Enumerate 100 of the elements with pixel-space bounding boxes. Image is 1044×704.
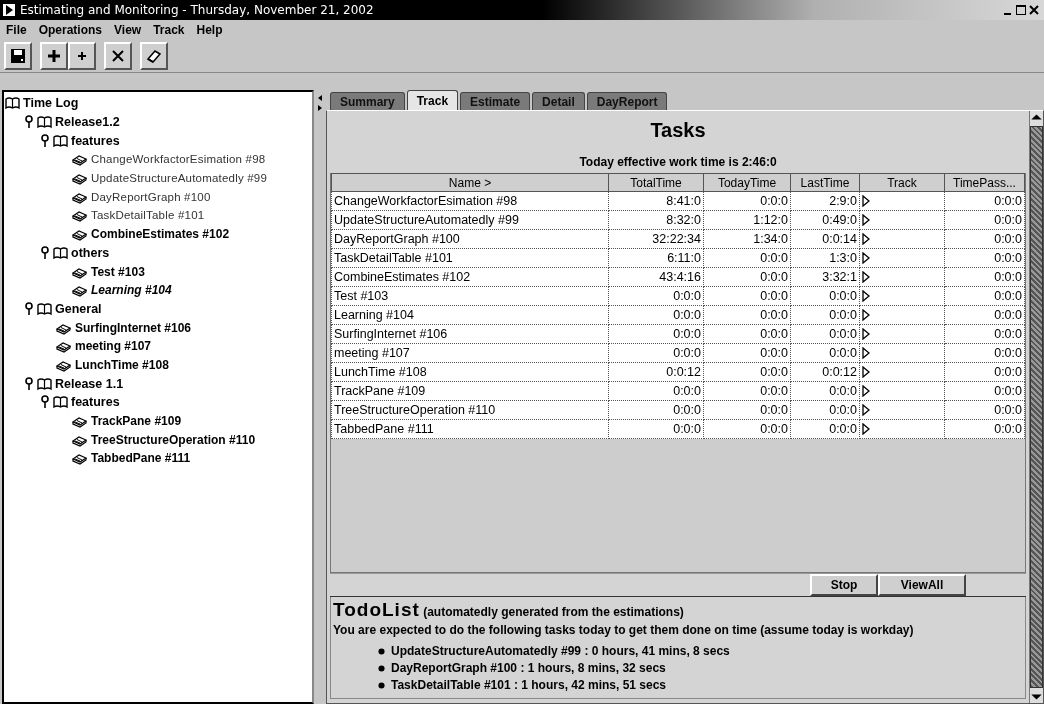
maximize-icon[interactable]: [1015, 4, 1027, 16]
expanded-handle-icon[interactable]: [40, 245, 50, 260]
tree-item[interactable]: meeting #107: [75, 339, 152, 354]
table-cell: 0:0:0: [608, 324, 704, 344]
column-header[interactable]: TotalTime: [608, 173, 704, 192]
table-cell: 0:0:0: [944, 419, 1025, 439]
menu-item[interactable]: Track: [153, 23, 185, 37]
tab[interactable]: Summary: [330, 92, 405, 110]
table-cell: TrackPane #109: [331, 381, 609, 401]
tree-item[interactable]: TaskDetailTable #101: [91, 209, 205, 222]
tree-item[interactable]: LunchTime #108: [75, 357, 169, 372]
scroll-up-icon[interactable]: [1030, 111, 1043, 123]
expanded-handle-icon[interactable]: [24, 301, 34, 316]
play-icon[interactable]: [862, 195, 870, 207]
tree-folder[interactable]: Release1.2: [55, 115, 120, 130]
toolbar-button[interactable]: [140, 42, 168, 70]
tree-item[interactable]: TrackPane #109: [91, 414, 182, 429]
play-icon[interactable]: [862, 214, 870, 226]
menu-item[interactable]: Help: [196, 23, 223, 37]
tree-item[interactable]: SurfingInternet #106: [75, 320, 192, 335]
tree-folder[interactable]: Time Log: [23, 96, 79, 111]
table-cell: 0:0:0: [790, 381, 860, 401]
tree-item[interactable]: ChangeWorkfactorEsimation #98: [91, 153, 266, 166]
table-cell: 1:12:0: [703, 210, 791, 230]
toolbar-button[interactable]: [4, 42, 32, 70]
tree-item[interactable]: Learning #104: [91, 283, 172, 298]
plus-icon: [45, 47, 63, 65]
tree-item[interactable]: Test #103: [91, 264, 145, 279]
tree-folder[interactable]: features: [71, 395, 120, 410]
toolbar-button[interactable]: [40, 42, 68, 70]
column-header[interactable]: Name >: [331, 173, 609, 192]
app-icon: [2, 3, 16, 17]
expanded-handle-icon[interactable]: [40, 395, 50, 410]
collapse-arrows-icon[interactable]: [317, 94, 323, 114]
table-cell: Learning #104: [331, 305, 609, 325]
close-icon[interactable]: [1028, 4, 1040, 16]
table-cell: 0:0:0: [608, 305, 704, 325]
tab[interactable]: DayReport: [586, 92, 668, 110]
table-cell: 1:3:0: [790, 248, 860, 268]
table-cell: 0:0:0: [703, 267, 791, 287]
menu-item[interactable]: File: [6, 23, 27, 37]
expanded-handle-icon[interactable]: [24, 115, 34, 130]
table-cell: 0:0:0: [944, 248, 1025, 268]
todo-item: UpdateStructureAutomatedly #99 : 0 hours, 41 mins, 8 secs: [391, 644, 730, 658]
table-cell: 0:0:0: [790, 286, 860, 306]
column-header[interactable]: LastTime: [790, 173, 860, 192]
play-icon[interactable]: [862, 366, 870, 378]
menu-item[interactable]: Operations: [38, 23, 103, 37]
table-cell: 8:32:0: [608, 210, 704, 230]
play-icon[interactable]: [862, 404, 870, 416]
tree-folder[interactable]: features: [71, 133, 120, 148]
table-cell: meeting #107: [331, 343, 609, 363]
tree-item[interactable]: TabbedPane #111: [91, 451, 191, 466]
tree-folder[interactable]: others: [71, 245, 110, 260]
play-icon[interactable]: [862, 328, 870, 340]
table-cell: LunchTime #108: [331, 362, 609, 382]
column-header[interactable]: Track: [859, 173, 945, 192]
menu-item[interactable]: View: [114, 23, 142, 37]
tab[interactable]: Detail: [532, 92, 585, 110]
table-cell: 0:0:0: [944, 286, 1025, 306]
table-cell: 0:0:0: [944, 305, 1025, 325]
tree-folder[interactable]: Release 1.1: [55, 376, 124, 391]
table-cell: 0:0:0: [944, 362, 1025, 382]
table-cell: 0:0:0: [944, 229, 1025, 249]
play-icon[interactable]: [862, 385, 870, 397]
column-header[interactable]: TodayTime: [703, 173, 791, 192]
toolbar-button[interactable]: [104, 42, 132, 70]
play-icon[interactable]: [862, 347, 870, 359]
table-cell: 0:0:0: [703, 343, 791, 363]
table-cell: UpdateStructureAutomatedly #99: [331, 210, 609, 230]
table-cell: 0:0:0: [703, 419, 791, 439]
tree-item[interactable]: TreeStructureOperation #110: [91, 432, 256, 447]
toolbar-button[interactable]: [68, 42, 96, 70]
table-cell: 0:0:0: [703, 305, 791, 325]
play-icon[interactable]: [862, 290, 870, 302]
play-icon[interactable]: [862, 309, 870, 321]
play-icon[interactable]: [862, 423, 870, 435]
action-button[interactable]: Stop: [810, 574, 878, 596]
expanded-handle-icon[interactable]: [24, 376, 34, 391]
table-cell: 0:0:0: [944, 267, 1025, 287]
tree-folder[interactable]: General: [55, 301, 102, 316]
table-cell: 0:0:0: [944, 400, 1025, 420]
action-button[interactable]: ViewAll: [878, 574, 966, 596]
play-icon[interactable]: [862, 271, 870, 283]
column-header[interactable]: TimePass...: [944, 173, 1025, 192]
todo-intro: You are expected to do the following tasks today to get them done on time (assume today is workday): [333, 623, 915, 637]
table-cell: 0:0:0: [703, 400, 791, 420]
table-cell: 0:0:0: [703, 324, 791, 344]
tab[interactable]: Estimate: [460, 92, 531, 110]
scroll-down-icon[interactable]: [1030, 691, 1043, 703]
expanded-handle-icon[interactable]: [40, 133, 50, 148]
tree-item[interactable]: CombineEstimates #102: [91, 227, 230, 242]
table-cell: 3:32:1: [790, 267, 860, 287]
tree-item[interactable]: UpdateStructureAutomatedly #99: [91, 172, 268, 185]
tree-item[interactable]: DayReportGraph #100: [91, 190, 211, 203]
play-icon[interactable]: [862, 252, 870, 264]
table-cell: TreeStructureOperation #110: [331, 400, 609, 420]
book-icon: [53, 395, 68, 410]
tab[interactable]: Track: [406, 90, 459, 110]
play-icon[interactable]: [862, 233, 870, 245]
